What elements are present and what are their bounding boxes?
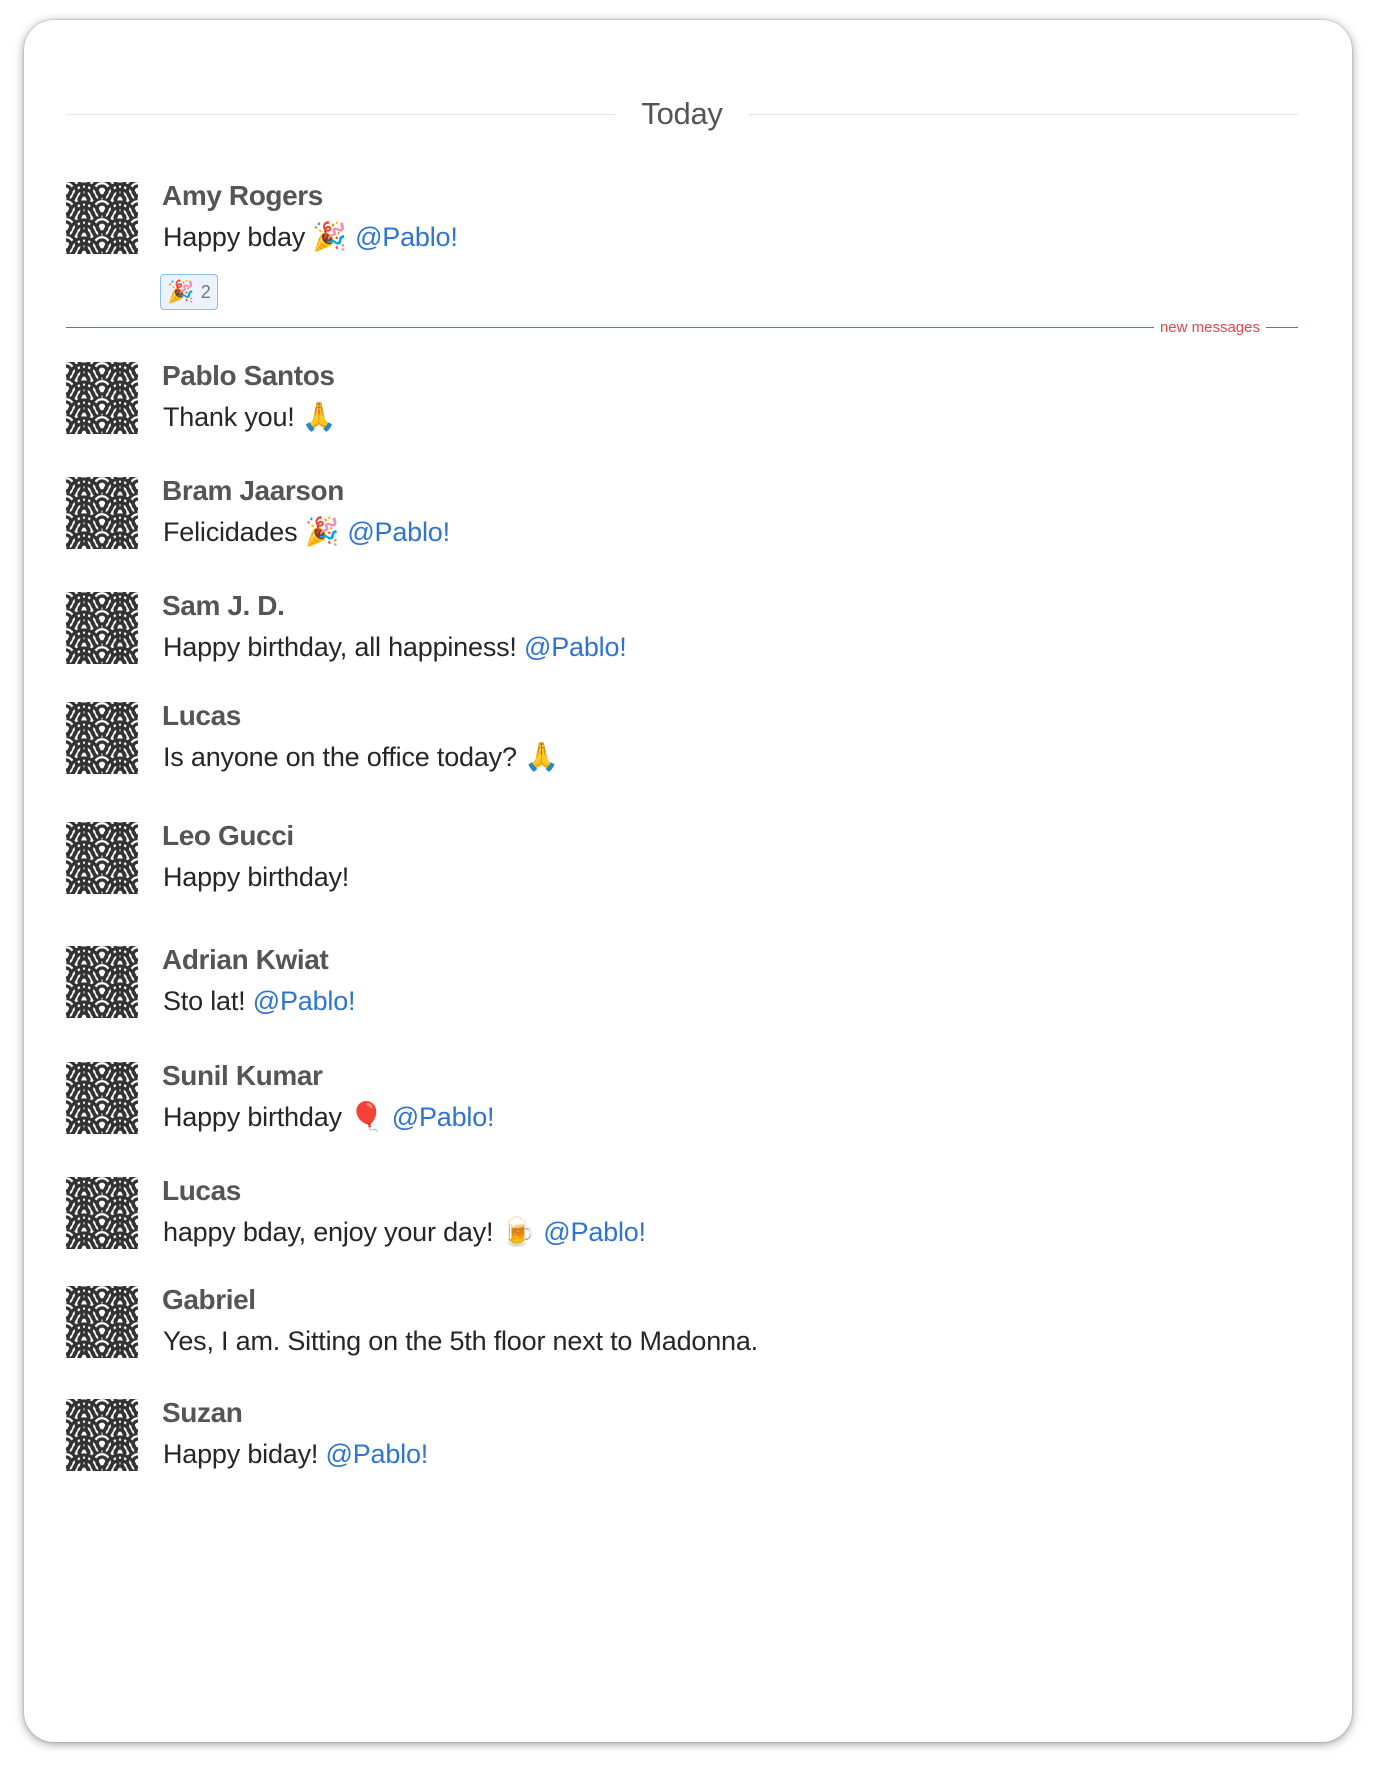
message-item: Lucas happy bday, enjoy your day! 🍺 @Pablo… xyxy=(66,1175,1312,1271)
message-item: Sunil Kumar Happy birthday 🎈 @Pablo! xyxy=(66,1060,1312,1156)
message-author[interactable]: Amy Rogers xyxy=(162,180,323,212)
mention-link[interactable]: @Pablo! xyxy=(524,632,627,662)
avatar[interactable] xyxy=(66,1062,138,1134)
message-emoji: 🙏 xyxy=(524,740,559,773)
mention-link[interactable]: @Pablo! xyxy=(543,1217,646,1247)
new-messages-divider: new messages xyxy=(66,314,1298,340)
message-author[interactable]: Lucas xyxy=(162,1175,241,1207)
message-text: Happy birthday 🎈 @Pablo! xyxy=(163,1100,495,1133)
wave-pattern-icon xyxy=(66,1286,138,1358)
message-text: Yes, I am. Sitting on the 5th floor next… xyxy=(163,1324,758,1357)
wave-pattern-icon xyxy=(66,182,138,254)
message-emoji: 🙏 xyxy=(301,400,337,433)
wave-pattern-icon xyxy=(66,592,138,664)
reaction-count: 2 xyxy=(200,281,211,302)
message-author[interactable]: Adrian Kwiat xyxy=(162,944,329,976)
divider-line xyxy=(748,113,1299,115)
message-body: Is anyone on the office today? xyxy=(163,742,525,772)
wave-pattern-icon xyxy=(66,1177,138,1249)
message-text: Felicidades 🎉 @Pablo! xyxy=(163,515,450,548)
message-body: Happy bday xyxy=(163,222,313,252)
message-item: Adrian Kwiat Sto lat! @Pablo! xyxy=(66,944,1312,1040)
divider-line xyxy=(66,326,1154,328)
message-body: Yes, I am. Sitting on the 5th floor next… xyxy=(163,1326,758,1356)
message-author[interactable]: Leo Gucci xyxy=(162,820,294,852)
message-emoji: 🎉 xyxy=(304,515,340,548)
message-emoji: 🎉 xyxy=(312,220,348,253)
message-text: happy bday, enjoy your day! 🍺 @Pablo! xyxy=(163,1215,646,1248)
message-text: Happy biday! @Pablo! xyxy=(163,1437,428,1470)
avatar[interactable] xyxy=(66,592,138,664)
message-item: Suzan Happy biday! @Pablo! xyxy=(66,1397,1312,1493)
message-text: Happy birthday! xyxy=(163,860,349,893)
mention-link[interactable]: @Pablo! xyxy=(355,222,458,252)
message-body: Happy birthday xyxy=(163,1102,350,1132)
avatar[interactable] xyxy=(66,477,138,549)
new-messages-label: new messages xyxy=(1159,318,1260,336)
message-body: Happy biday! xyxy=(163,1439,326,1469)
avatar[interactable] xyxy=(66,1177,138,1249)
message-body: Happy birthday, all happiness! xyxy=(163,632,525,662)
message-emoji: 🎈 xyxy=(349,1100,384,1133)
message-text: Happy birthday, all happiness! @Pablo! xyxy=(163,630,627,663)
message-body: happy bday, enjoy your day! xyxy=(163,1217,501,1247)
message-author[interactable]: Sunil Kumar xyxy=(162,1060,323,1092)
message-body: Sto lat! xyxy=(163,986,253,1016)
avatar[interactable] xyxy=(66,1399,138,1471)
avatar[interactable] xyxy=(66,702,138,774)
party-popper-icon: 🎉 xyxy=(167,279,195,305)
wave-pattern-icon xyxy=(66,822,138,894)
message-item: Lucas Is anyone on the office today? 🙏 xyxy=(66,700,1312,796)
mention-link[interactable]: @Pablo! xyxy=(253,986,356,1016)
message-item: Gabriel Yes, I am. Sitting on the 5th flo… xyxy=(66,1284,1312,1380)
wave-pattern-icon xyxy=(66,362,138,434)
message-item: Sam J. D. Happy birthday, all happiness! … xyxy=(66,590,1312,686)
message-text: Is anyone on the office today? 🙏 xyxy=(163,740,559,773)
message-author[interactable]: Gabriel xyxy=(162,1284,256,1316)
message-item: Pablo Santos Thank you! 🙏 xyxy=(66,360,1312,456)
message-body: Thank you! xyxy=(163,402,302,432)
message-body: Felicidades xyxy=(163,517,305,547)
wave-pattern-icon xyxy=(66,946,138,1018)
message-emoji: 🍺 xyxy=(500,1215,536,1248)
divider-line xyxy=(66,113,616,115)
message-item: Amy Rogers Happy bday 🎉 @Pablo! xyxy=(66,180,1312,276)
message-item: Leo Gucci Happy birthday! xyxy=(66,820,1312,916)
avatar[interactable] xyxy=(66,182,138,254)
message-item: Bram Jaarson Felicidades 🎉 @Pablo! xyxy=(66,475,1312,571)
message-author[interactable]: Lucas xyxy=(162,700,241,732)
day-label: Today xyxy=(641,96,723,131)
wave-pattern-icon xyxy=(66,477,138,549)
divider-line xyxy=(1266,326,1298,328)
message-text: Happy bday 🎉 @Pablo! xyxy=(163,220,458,253)
chat-panel: Today 🎉 2 new messages Amy Rogers Happy b… xyxy=(24,20,1352,1742)
message-author[interactable]: Bram Jaarson xyxy=(162,475,344,507)
day-divider: Today xyxy=(66,94,1299,134)
message-text: Thank you! 🙏 xyxy=(163,400,337,433)
avatar[interactable] xyxy=(66,946,138,1018)
mention-link[interactable]: @Pablo! xyxy=(347,517,450,547)
message-author[interactable]: Suzan xyxy=(162,1397,243,1429)
reaction-button[interactable]: 🎉 2 xyxy=(160,274,218,310)
wave-pattern-icon xyxy=(66,702,138,774)
avatar[interactable] xyxy=(66,1286,138,1358)
message-body: Happy birthday! xyxy=(163,862,350,892)
message-author[interactable]: Sam J. D. xyxy=(162,590,285,622)
mention-link[interactable]: @Pablo! xyxy=(326,1439,429,1469)
wave-pattern-icon xyxy=(66,1399,138,1471)
message-text: Sto lat! @Pablo! xyxy=(163,984,356,1017)
avatar[interactable] xyxy=(66,822,138,894)
message-author[interactable]: Pablo Santos xyxy=(162,360,335,392)
avatar[interactable] xyxy=(66,362,138,434)
wave-pattern-icon xyxy=(66,1062,138,1134)
mention-link[interactable]: @Pablo! xyxy=(392,1102,495,1132)
